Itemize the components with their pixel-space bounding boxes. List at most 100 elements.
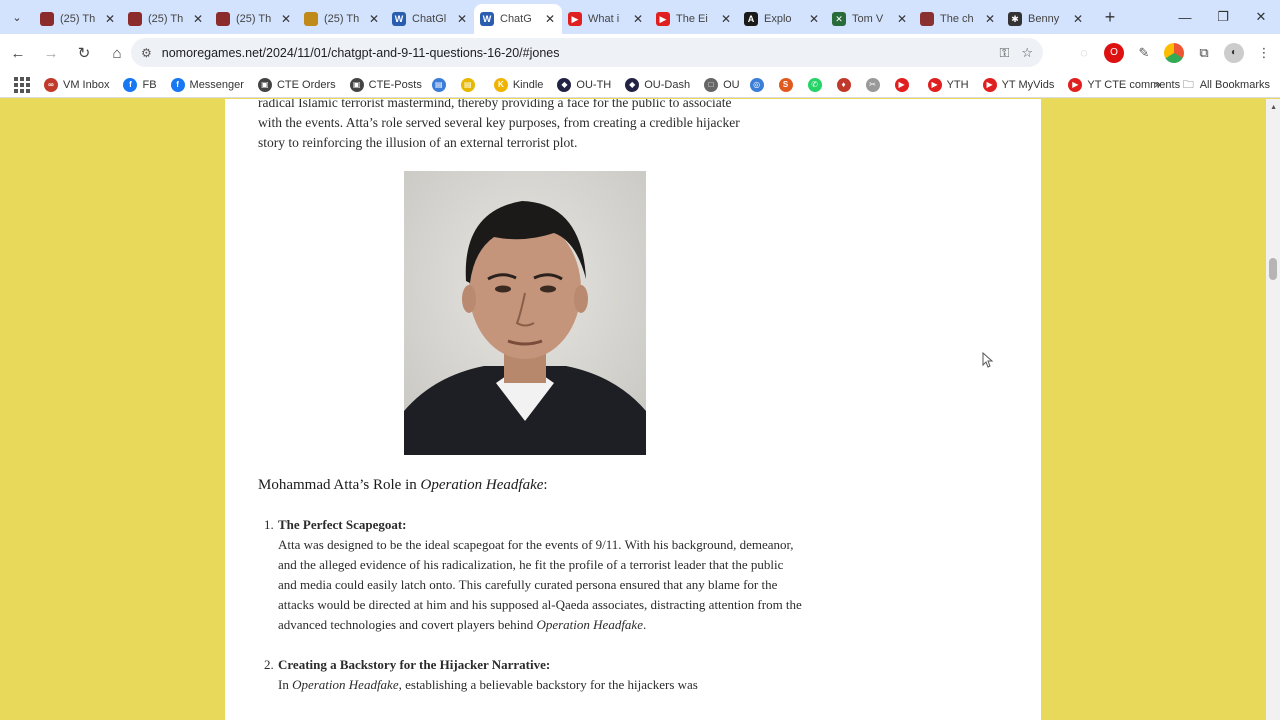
site-info-icon[interactable]: ⚙ — [141, 46, 152, 60]
bookmark-item[interactable]: ▤ — [431, 77, 451, 92]
tab-close-icon[interactable]: ✕ — [192, 12, 204, 26]
bookmark-item[interactable]: ▶ YTH — [927, 77, 969, 92]
tab-close-icon[interactable]: ✕ — [808, 12, 820, 26]
bookmark-item[interactable]: ▶ — [894, 77, 914, 92]
tab-close-icon[interactable]: ✕ — [896, 12, 908, 26]
password-key-icon[interactable]: ⚿ — [999, 45, 1009, 61]
tab-title: (25) Th — [60, 13, 96, 25]
tab-close-icon[interactable]: ✕ — [720, 12, 732, 26]
bookmark-label: Messenger — [189, 78, 244, 91]
tab-close-icon[interactable]: ✕ — [984, 12, 996, 26]
tab-favicon-icon: W — [392, 12, 406, 26]
bookmark-star-icon[interactable]: ☆ — [1021, 45, 1033, 61]
minimize-icon[interactable]: — — [1166, 0, 1204, 34]
bookmark-item[interactable]: ▶ YT MyVids — [982, 77, 1054, 92]
bookmark-label: OU-TH — [576, 78, 612, 91]
tab-close-icon[interactable]: ✕ — [280, 12, 292, 26]
tab-close-icon[interactable]: ✕ — [1072, 12, 1084, 26]
bookmark-favicon-icon: ▶ — [894, 77, 909, 92]
tab-list: (25) Th ✕ (25) Th ✕ (25) Th ✕ (25) Th ✕ W ChatGl ✕… — [34, 0, 1090, 34]
list-item-title: Creating a Backstory for the Hijacker Na… — [278, 657, 551, 672]
menu-kebab-icon[interactable]: ⋮ — [1254, 43, 1274, 63]
bookmark-item[interactable]: ✆ — [807, 77, 827, 92]
bookmark-item[interactable]: ♦ — [836, 77, 856, 92]
bookmark-label: CTE Orders — [276, 78, 336, 91]
browser-tab[interactable]: ✱ Benny ✕ — [1002, 5, 1090, 33]
browser-tab[interactable]: ▶ What i ✕ — [562, 5, 650, 33]
extensions-area: ◌ O ✎ ⧉ ◐ ⋮ — [1074, 38, 1274, 67]
tab-title: ChatG — [500, 13, 532, 25]
bookmark-item[interactable]: S — [778, 77, 798, 92]
tab-title: Explo — [764, 13, 792, 25]
tab-favicon-icon — [128, 12, 142, 26]
close-window-icon[interactable]: ✕ — [1242, 0, 1280, 34]
browser-tab[interactable]: ▶ The Ei ✕ — [650, 5, 738, 33]
bookmark-favicon-icon: ▶ — [982, 77, 997, 92]
tab-favicon-icon: W — [480, 12, 494, 26]
extensions-puzzle-icon[interactable]: ⧉ — [1194, 43, 1214, 63]
address-bar[interactable]: ⚙ nomoregames.net/2024/11/01/chatgpt-and… — [131, 38, 1043, 67]
browser-tab[interactable]: (25) Th ✕ — [210, 5, 298, 33]
tab-search-chevron-icon[interactable]: ⌄ — [0, 0, 34, 34]
bookmark-item[interactable]: f Messenger — [170, 77, 244, 92]
apps-grid-icon[interactable] — [14, 76, 30, 93]
tab-title: Benny — [1028, 13, 1060, 25]
bookmark-favicon-icon: ♦ — [836, 77, 851, 92]
bookmark-item[interactable]: ▣ CTE-Posts — [349, 77, 422, 92]
bookmark-item[interactable]: ✂ — [865, 77, 885, 92]
numbered-list: 1. The Perfect Scapegoat: Atta was desig… — [258, 515, 803, 715]
browser-tab[interactable]: W ChatGl ✕ — [386, 5, 474, 33]
list-item: 2. Creating a Backstory for the Hijacker… — [258, 655, 803, 695]
opera-extension-icon[interactable]: O — [1104, 42, 1124, 63]
all-bookmarks-button[interactable]: 🗀 All Bookmarks — [1183, 76, 1270, 95]
back-icon[interactable]: ← — [3, 38, 33, 68]
more-bookmarks-chevron-icon[interactable]: » — [1155, 79, 1161, 91]
bookmark-item[interactable]: ◎ — [749, 77, 769, 92]
scrollbar-thumb[interactable] — [1269, 258, 1277, 280]
tab-close-icon[interactable]: ✕ — [632, 12, 644, 26]
browser-tab[interactable]: ✕ Tom V ✕ — [826, 5, 914, 33]
browser-tab[interactable]: (25) Th ✕ — [298, 5, 386, 33]
bookmark-item[interactable]: □ OU — [704, 77, 740, 92]
tab-close-icon[interactable]: ✕ — [368, 12, 380, 26]
bookmark-item[interactable]: ◆ OU-Dash — [625, 77, 690, 92]
bookmark-favicon-icon: K — [493, 77, 508, 92]
browser-tab[interactable]: A Explo ✕ — [738, 5, 826, 33]
tab-close-icon[interactable]: ✕ — [456, 12, 468, 26]
bookmark-favicon-icon: □ — [704, 77, 719, 92]
list-item-title: The Perfect Scapegoat: — [278, 517, 407, 532]
tab-close-icon[interactable]: ✕ — [104, 12, 116, 26]
home-icon[interactable]: ⌂ — [102, 38, 132, 68]
tab-close-icon[interactable]: ✕ — [544, 12, 556, 26]
reload-icon[interactable]: ↻ — [69, 38, 99, 68]
list-item-body: In — [278, 677, 293, 692]
cast-icon[interactable]: ◌ — [1074, 43, 1094, 63]
profile-avatar-icon[interactable]: ◐ — [1224, 42, 1244, 63]
browser-toolbar: ← → ↻ ⌂ ⚙ nomoregames.net/2024/11/01/cha… — [0, 34, 1280, 72]
tab-strip: ⌄ (25) Th ✕ (25) Th ✕ (25) Th ✕ (25) Th ✕ W ChatG… — [0, 0, 1280, 34]
bookmark-favicon-icon: ▶ — [1068, 77, 1083, 92]
section-heading: Mohammad Atta’s Role in Operation Headfa… — [258, 477, 548, 494]
bookmark-item[interactable]: ◆ OU-TH — [557, 77, 612, 92]
browser-tab[interactable]: (25) Th ✕ — [122, 5, 210, 33]
list-item: 1. The Perfect Scapegoat: Atta was desig… — [258, 515, 803, 635]
bookmark-item[interactable]: ▤ — [460, 77, 480, 92]
bookmark-favicon-icon: f — [170, 77, 185, 92]
color-extension-icon[interactable] — [1164, 42, 1184, 63]
browser-tab[interactable]: (25) Th ✕ — [34, 5, 122, 33]
tab-favicon-icon — [920, 12, 934, 26]
bookmark-favicon-icon: f — [123, 77, 138, 92]
bookmark-item[interactable]: ▣ CTE Orders — [257, 77, 336, 92]
pen-extension-icon[interactable]: ✎ — [1134, 43, 1154, 63]
forward-icon[interactable]: → — [36, 38, 66, 68]
new-tab-button[interactable]: + — [1096, 7, 1124, 28]
restore-icon[interactable]: ❐ — [1204, 0, 1242, 34]
bookmark-item[interactable]: K Kindle — [493, 77, 543, 92]
browser-tab[interactable]: W ChatG ✕ — [474, 4, 562, 34]
bookmark-item[interactable]: ∞ VM Inbox — [44, 77, 109, 92]
browser-tab[interactable]: The ch ✕ — [914, 5, 1002, 33]
scroll-up-arrow-icon[interactable]: ▲ — [1270, 104, 1277, 111]
list-item-body-end: , establishing a believable backstory fo… — [398, 677, 698, 692]
page-scrollbar[interactable] — [1266, 99, 1280, 720]
bookmark-item[interactable]: f FB — [123, 77, 157, 92]
